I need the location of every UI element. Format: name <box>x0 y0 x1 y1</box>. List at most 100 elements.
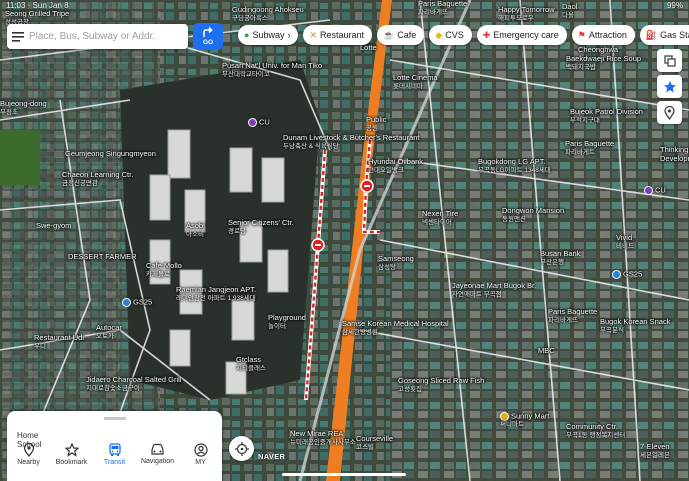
map-label-dongwon[interactable]: Dongwon Mansion 동원맨션 <box>502 206 564 224</box>
map-label-bujeong[interactable]: Bujeong-dong 부정초 <box>0 99 47 117</box>
favorite-star-icon <box>663 80 676 92</box>
map-label-busan-bank[interactable]: Busan Bank 부산은행 <box>540 249 580 267</box>
map-label-public[interactable]: Public 공원 <box>366 115 386 133</box>
flag-icon: ⚑ <box>577 29 586 40</box>
map-label-swe-gyom[interactable]: Swe-gyom <box>36 221 71 231</box>
map-label-developm[interactable]: Developm <box>660 154 689 164</box>
crosshair-icon <box>234 441 249 456</box>
layers-button[interactable] <box>657 49 682 72</box>
user-icon <box>193 443 208 457</box>
hospital-icon: ✚ <box>482 29 491 40</box>
map-label-courseville[interactable]: Courseville 코스빌 <box>356 434 393 452</box>
map-label-gs25-left[interactable]: GS25 <box>122 298 152 307</box>
current-location-button[interactable] <box>229 436 254 461</box>
search-bar[interactable]: Place, Bus, Subway or Addr. <box>7 24 188 49</box>
subway-icon: ● <box>244 30 250 40</box>
category-chips: ● Subway › ✕ Restaurant ☕ Cafe ◆ CVS ✚ Emergen… <box>238 25 689 47</box>
fuel-icon: ⛽ <box>645 29 658 40</box>
chip-subway[interactable]: ● Subway › <box>238 25 299 45</box>
map-label-restaurant-udi[interactable]: Restaurant Udi 우디 <box>34 333 84 351</box>
map-label-gtclass[interactable]: Gtclass 지티클래스 <box>236 355 266 373</box>
map-label-hyundai-oilbank[interactable]: Hyundai Oilbank 현대오일뱅크 <box>368 157 423 175</box>
map-label-gudingoong[interactable]: Gudingoong Ahokseu 구딩궁아흑스 <box>232 5 304 23</box>
map-label-senior-citizens[interactable]: Senior Citizens' Ctr. 경로당 <box>228 218 294 236</box>
map-label-asobi[interactable]: Asobi 아소비 <box>186 221 205 239</box>
map-label-playground[interactable]: Playground 놀이터 <box>268 313 306 331</box>
coffee-icon: ☕ <box>383 29 395 40</box>
status-bar-battery: 99% <box>666 1 683 10</box>
chip-gas-station[interactable]: ⛽Gas Stat <box>639 25 689 45</box>
star-icon <box>64 443 79 457</box>
map-label-autocar[interactable]: Autocar 오토카 <box>96 323 122 341</box>
map-label-daol[interactable]: Daol 다올 <box>562 2 577 20</box>
car-icon <box>151 443 164 455</box>
nav-nearby[interactable]: Nearby <box>7 439 50 479</box>
map-label-lotte-cinema[interactable]: Lotte Cinema 롯데시네마 <box>393 73 438 91</box>
location-pin-button[interactable] <box>657 101 682 124</box>
nav-bookmark[interactable]: Bookmark <box>50 439 93 479</box>
cart-icon <box>500 412 509 421</box>
bottom-nav: Nearby Bookmark Transit Navigation MY <box>7 439 222 479</box>
store-icon <box>644 186 653 195</box>
map-label-goseong[interactable]: Goseong Sliced Raw Fish 고성횟집 <box>398 376 484 394</box>
store-icon <box>122 298 131 307</box>
map-label-cu-left[interactable]: CU <box>248 118 270 127</box>
status-bar-time: 11:03 · Sun Jan 8 <box>6 1 69 10</box>
bus-icon <box>108 443 121 456</box>
nav-transit[interactable]: Transit <box>93 439 136 479</box>
chip-attraction[interactable]: ⚑ Attraction <box>571 25 635 45</box>
chip-cvs[interactable]: ◆ CVS <box>429 25 472 45</box>
layers-icon <box>663 54 676 67</box>
map-label-jidaero[interactable]: Jidaero Charcoal Salted Grill 지대로참숯소금구이 <box>86 375 181 393</box>
location-pin-icon <box>664 105 675 120</box>
chip-emergency-care[interactable]: ✚ Emergency care <box>476 25 567 45</box>
map-canvas[interactable]: Seong Grilled Tripe 성성곱창 Gudingoong Ahoks… <box>0 0 689 481</box>
favorite-button[interactable] <box>657 75 682 98</box>
store-icon <box>612 270 621 279</box>
home-indicator[interactable] <box>282 473 406 476</box>
bottom-panel[interactable]: Home School Nearby Bookmark Transit Navi… <box>7 411 222 481</box>
map-label-nexen[interactable]: Nexen Tire 넥센타이어 <box>422 209 458 227</box>
map-label-dessert-farmer[interactable]: DESSERT FARMER <box>68 252 137 262</box>
map-label-chaeon[interactable]: Chaeon Learning Ctr. 금정신궁면관 <box>62 170 133 188</box>
map-label-cu-right[interactable]: CU <box>644 186 666 195</box>
search-input[interactable]: Place, Bus, Subway or Addr. <box>29 31 155 42</box>
map-label-sunny-mart[interactable]: Sunny Mart 써니마트 <box>500 412 549 430</box>
map-label-paris-baguette-right[interactable]: Paris Baguette 파리바게트 <box>565 139 614 157</box>
naver-logo: NAVER <box>258 452 286 461</box>
go-label: GO <box>202 39 214 46</box>
map-label-samse-korean[interactable]: Samse Korean Medical Hospital 삼세한방병원 <box>342 319 449 337</box>
map-label-paris-baguette-mid[interactable]: Paris Baguette 파리바게뜨 <box>548 307 597 325</box>
map-label-happy-tomorrow[interactable]: Happy Tomorrow 해피투모로우 <box>498 5 555 23</box>
satellite-map <box>0 0 689 481</box>
map-label-pusan-univ[interactable]: Pusan Nat'l Univ. for Man Tiko 부산대학교타이코 <box>222 61 322 79</box>
map-label-vivid[interactable]: Vivid 비비드 <box>616 233 634 251</box>
map-label-dunam[interactable]: Dunam Livestock & Butcher's Restaurant 두남… <box>283 133 420 151</box>
map-label-samseong[interactable]: Samseong 삼성탕 <box>378 254 414 272</box>
map-label-bugok-korean-snack[interactable]: Bugok Korean Snack 부곡분식 <box>600 317 670 335</box>
map-label-bujeok-patrol[interactable]: Bujeok Patrol Division 부적지구대 <box>570 107 643 125</box>
utensils-icon: ✕ <box>309 29 318 40</box>
map-label-gs25-right[interactable]: GS25 <box>612 270 642 279</box>
go-button[interactable]: GO <box>193 23 223 50</box>
map-label-mbc[interactable]: MBC <box>538 346 555 356</box>
store-icon: ◆ <box>435 29 443 40</box>
map-label-community-ctr[interactable]: Community Ctr. 부곡1동 행정복지센터 <box>566 422 625 440</box>
map-label-new-mirae[interactable]: New Mirae REA 뉴미래공인중개사사무소 <box>290 429 356 447</box>
pin-icon <box>23 443 34 457</box>
map-label-seven-eleven[interactable]: 7-Eleven 세븐일레븐 <box>640 442 670 460</box>
map-controls <box>657 49 682 127</box>
map-label-cafe-mollo[interactable]: Cafe Mollo 카페몰로 <box>146 261 182 279</box>
map-label-raemian[interactable]: Raemian Jangjeon APT. 래미안장전 아파트 1,938세대 <box>176 285 256 303</box>
map-label-paris-baguette-top[interactable]: Paris Baguette 파리바게뜨 <box>418 0 467 17</box>
nav-navigation[interactable]: Navigation <box>136 439 179 479</box>
drag-handle[interactable] <box>104 417 126 420</box>
map-label-baekdwaeji[interactable]: Baekdwaeji Rice Soup 백돼지국밥 <box>566 54 641 72</box>
chip-cafe[interactable]: ☕ Cafe <box>377 25 425 45</box>
chip-restaurant[interactable]: ✕ Restaurant <box>303 25 373 45</box>
map-label-bugokdong-lg[interactable]: Bugokdong LG APT. 부곡동LG아파트 1348세대 <box>478 157 551 175</box>
nav-my[interactable]: MY <box>179 439 222 479</box>
map-label-jayeonae[interactable]: Jayeonae Mart Bugok Br. 자연애마트 부곡점 <box>452 281 536 299</box>
menu-icon[interactable] <box>7 24 29 49</box>
map-label-geumjeong[interactable]: Geumjeong Singungmyeon <box>65 149 156 159</box>
